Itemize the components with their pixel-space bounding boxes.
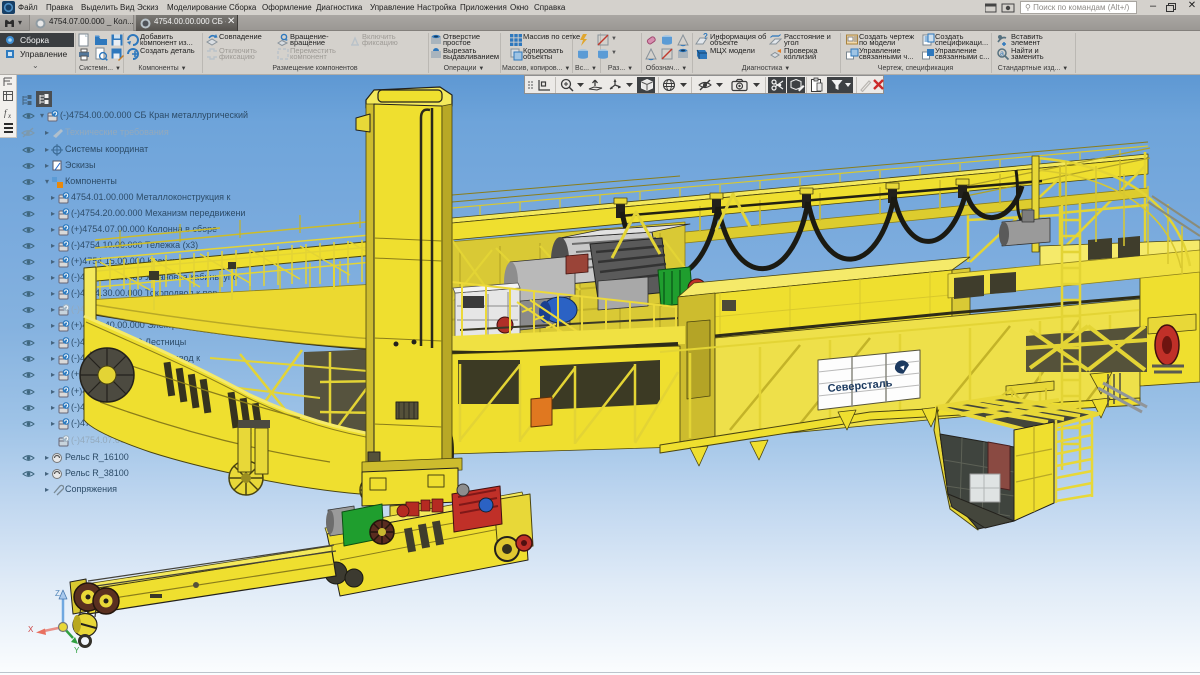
svg-text:a: a [1000, 51, 1004, 58]
svg-text:Северсталь: Северсталь [827, 377, 893, 395]
svg-text:X: X [28, 625, 34, 634]
svg-text:?: ? [703, 33, 708, 41]
svg-text:Y: Y [74, 646, 80, 655]
svg-text:x: x [7, 112, 12, 120]
